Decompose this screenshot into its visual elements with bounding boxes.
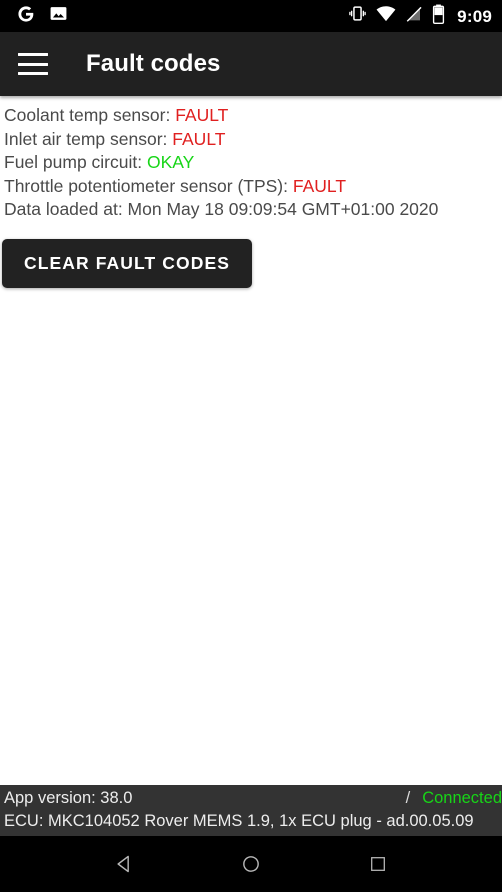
page-title: Fault codes xyxy=(86,50,221,77)
fault-codes-content: Coolant temp sensor: FAULT Inlet air tem… xyxy=(0,96,502,785)
bottom-info-bar: App version: 38.0 / Connected ECU: MKC10… xyxy=(0,785,502,836)
back-icon[interactable] xyxy=(100,840,148,888)
recents-icon[interactable] xyxy=(354,840,402,888)
photo-notification-icon xyxy=(49,4,68,28)
info-bar-top-row: App version: 38.0 / Connected xyxy=(4,787,502,810)
android-navigation-bar xyxy=(0,836,502,892)
clear-fault-codes-button[interactable]: CLEAR FAULT CODES xyxy=(2,238,253,288)
status-bar-clock: 9:09 xyxy=(457,6,492,26)
system-status-bar: 9:09 xyxy=(0,0,502,32)
status-bar-system-icons: 9:09 xyxy=(348,4,492,29)
google-icon xyxy=(16,4,36,29)
hamburger-menu-icon[interactable] xyxy=(18,53,48,75)
fault-status-badge: FAULT xyxy=(172,128,226,149)
fault-row-inlet-air-temp-sensor: Inlet air temp sensor: FAULT xyxy=(4,128,502,152)
fault-label: Inlet air temp sensor: xyxy=(4,128,173,149)
home-icon[interactable] xyxy=(227,840,275,888)
info-bar-separator: / xyxy=(405,789,411,807)
wifi-icon xyxy=(376,5,396,27)
fault-row-coolant-temp-sensor: Coolant temp sensor: FAULT xyxy=(4,104,502,128)
fault-status-badge: FAULT xyxy=(175,105,229,125)
status-bar-notifications xyxy=(16,4,68,29)
fault-row-fuel-pump-circuit: Fuel pump circuit: OKAY xyxy=(4,151,502,175)
data-loaded-timestamp: Data loaded at: Mon May 18 09:09:54 GMT+… xyxy=(4,199,439,219)
fault-label: Throttle potentiometer sensor (TPS): xyxy=(4,175,293,196)
connection-status-badge: Connected xyxy=(422,789,502,807)
fault-row-throttle-potentiometer-sensor: Throttle potentiometer sensor (TPS): FAU… xyxy=(4,175,502,199)
ecu-info-label: ECU: MKC104052 Rover MEMS 1.9, 1x ECU pl… xyxy=(4,812,474,830)
signal-off-icon xyxy=(405,5,423,28)
app-version-label: App version: 38.0 xyxy=(4,789,133,807)
fault-label: Coolant temp sensor: xyxy=(4,105,176,125)
phone-screen: 9:09 Fault codes Coolant temp sensor: FA… xyxy=(0,0,502,892)
battery-icon xyxy=(432,4,445,29)
fault-status-badge: FAULT xyxy=(292,175,347,196)
vibrate-icon xyxy=(348,4,367,28)
fault-label: Fuel pump circuit: xyxy=(4,152,147,172)
app-bar: Fault codes xyxy=(0,32,502,96)
fault-status-badge: OKAY xyxy=(146,152,195,172)
